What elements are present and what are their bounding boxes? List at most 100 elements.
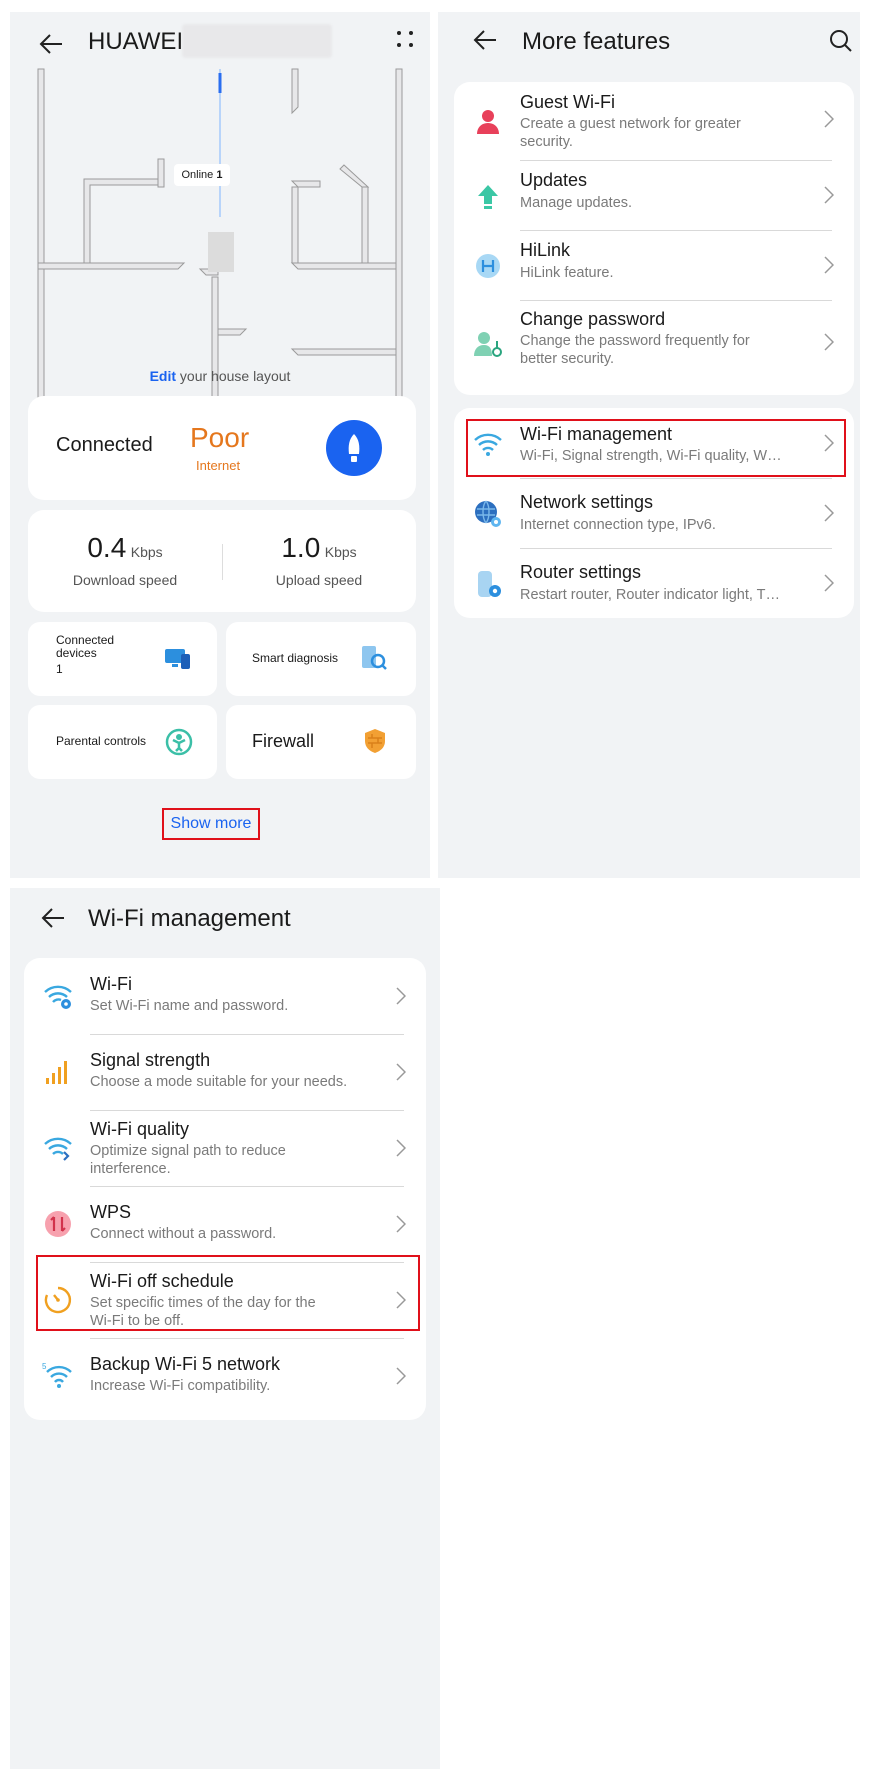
wifi-quality-row[interactable]: Wi-Fi quality Optimize signal path to re… [24,1110,426,1186]
router-settings-row[interactable]: Router settings Restart router, Router i… [454,548,854,618]
row-subtitle: Optimize signal path to reduce interferen… [90,1142,375,1178]
download-value-line: 0.4 Kbps [28,532,222,564]
row-subtitle-line2: interference. [90,1161,171,1177]
row-subtitle: Choose a mode suitable for your needs. [90,1074,348,1090]
back-arrow-icon[interactable] [472,28,498,52]
row-title: Updates [520,170,588,190]
signal-strength-row[interactable]: Signal strength Choose a mode suitable f… [24,1034,426,1110]
online-badge: Online 1 [174,164,230,186]
backup-wifi5-row[interactable]: 5 Backup Wi-Fi 5 network Increase Wi-Fi … [24,1338,426,1414]
update-arrow-icon [478,185,498,209]
parental-child-icon [165,728,193,756]
download-label: Download speed [72,572,178,588]
wps-icon [45,1211,71,1237]
wifi-quality-icon [44,1137,72,1161]
chevron-right-icon [396,1367,406,1385]
change-password-row[interactable]: Change password Change the password freq… [454,300,854,395]
row-subtitle: Increase Wi-Fi compatibility. [90,1378,271,1394]
chevron-right-icon [396,1215,406,1233]
more-options-icon[interactable] [394,28,418,52]
row-subtitle: Manage updates. [520,195,633,211]
parental-controls-tile[interactable]: Parental controls [28,705,217,779]
back-arrow-icon[interactable] [40,906,66,930]
router-gear-icon [478,571,501,597]
row-subtitle-line2: better security. [520,351,615,367]
row-title: WPS [90,1202,132,1222]
rocket-icon [348,434,360,462]
hilink-icon [476,254,500,278]
internet-label: Internet [196,458,241,473]
password-user-icon [474,332,502,357]
chevron-right-icon [396,1063,406,1081]
chevron-right-icon [396,987,406,1005]
updates-row[interactable]: Updates Manage updates. [454,160,854,230]
edit-link[interactable]: Edit [150,368,176,384]
download-value: 0.4 [87,532,127,563]
row-title: Signal strength [90,1050,211,1070]
chevron-right-icon [824,333,834,351]
connected-devices-tile[interactable]: Connected devices 1 [28,622,217,696]
globe-gear-icon [475,500,501,527]
more-features-screen: More features Guest Wi-Fi Create a guest… [438,12,860,878]
upload-value: 1.0 [281,532,321,563]
firewall-label: Firewall [252,731,315,751]
home-screen: HUAWEI Online 1 Edit your house layout C… [10,12,430,878]
row-subtitle: Set Wi-Fi name and password. [90,998,289,1014]
speed-boost-button[interactable] [326,420,382,476]
row-subtitle-line1: Create a guest network for greater [520,116,741,132]
connected-devices-count: 1 [56,662,63,676]
network-settings-row[interactable]: Network settings Internet connection typ… [454,478,854,548]
row-title: Wi-Fi quality [90,1119,190,1139]
guest-user-icon [477,110,499,134]
back-arrow-icon[interactable] [38,32,64,56]
row-subtitle: Connect without a password. [90,1226,277,1242]
hilink-row[interactable]: HiLink HiLink feature. [454,230,854,300]
smart-diagnosis-tile[interactable]: Smart diagnosis [226,622,416,696]
house-floor-plan[interactable] [34,67,414,407]
row-subtitle: Change the password frequently for better… [520,332,805,368]
connection-status-card[interactable]: Connected Poor Internet [28,396,416,500]
chevron-right-icon [824,574,834,592]
row-title: Change password [520,309,666,329]
chevron-right-icon [824,110,834,128]
connected-devices-label-line2: devices [56,646,97,660]
row-subtitle: HiLink feature. [520,265,614,281]
online-label: Online [181,169,214,181]
internet-quality: Poor [190,422,250,453]
row-title: Guest Wi-Fi [520,92,616,112]
wifi-off-schedule-highlight [36,1255,420,1331]
wifi-management-screen: Wi-Fi management Wi-Fi Set Wi-Fi name an… [10,888,440,1769]
connected-devices-label: Connected devices 1 [56,634,114,676]
svg-text:5: 5 [42,1362,47,1371]
upload-label: Upload speed [275,572,363,588]
search-icon[interactable] [828,28,854,54]
wifi5-icon: 5 [42,1362,72,1388]
chevron-right-icon [824,256,834,274]
row-subtitle: Restart router, Router indicator light, … [520,587,781,603]
download-unit: Kbps [130,544,163,560]
show-more-link[interactable]: Show more [162,808,260,840]
wifi-gear-icon [44,985,72,1009]
guest-wifi-row[interactable]: Guest Wi-Fi Create a guest network for g… [454,82,854,160]
wps-row[interactable]: WPS Connect without a password. [24,1186,426,1262]
row-subtitle-line1: Change the password frequently for [520,333,750,349]
parental-controls-label: Parental controls [56,734,147,748]
firewall-shield-icon [365,729,385,753]
edit-layout-text: your house layout [176,368,291,384]
speed-card: 0.4 Kbps Download speed 1.0 Kbps Upload … [28,510,416,612]
row-title: Network settings [520,492,654,512]
row-title: Backup Wi-Fi 5 network [90,1354,281,1374]
page-title: More features [522,28,671,55]
firewall-tile[interactable]: Firewall [226,705,416,779]
row-title: HiLink [520,240,571,260]
row-subtitle: Create a guest network for greater securi… [520,115,805,151]
wifi-row[interactable]: Wi-Fi Set Wi-Fi name and password. [24,958,426,1034]
online-count: 1 [216,169,223,181]
diagnosis-search-icon [362,646,387,670]
row-subtitle-line1: Optimize signal path to reduce [90,1143,286,1159]
row-title: Router settings [520,562,642,582]
upload-value-line: 1.0 Kbps [222,532,416,564]
chevron-right-icon [824,186,834,204]
chevron-right-icon [396,1139,406,1157]
connected-label: Connected [56,434,153,456]
